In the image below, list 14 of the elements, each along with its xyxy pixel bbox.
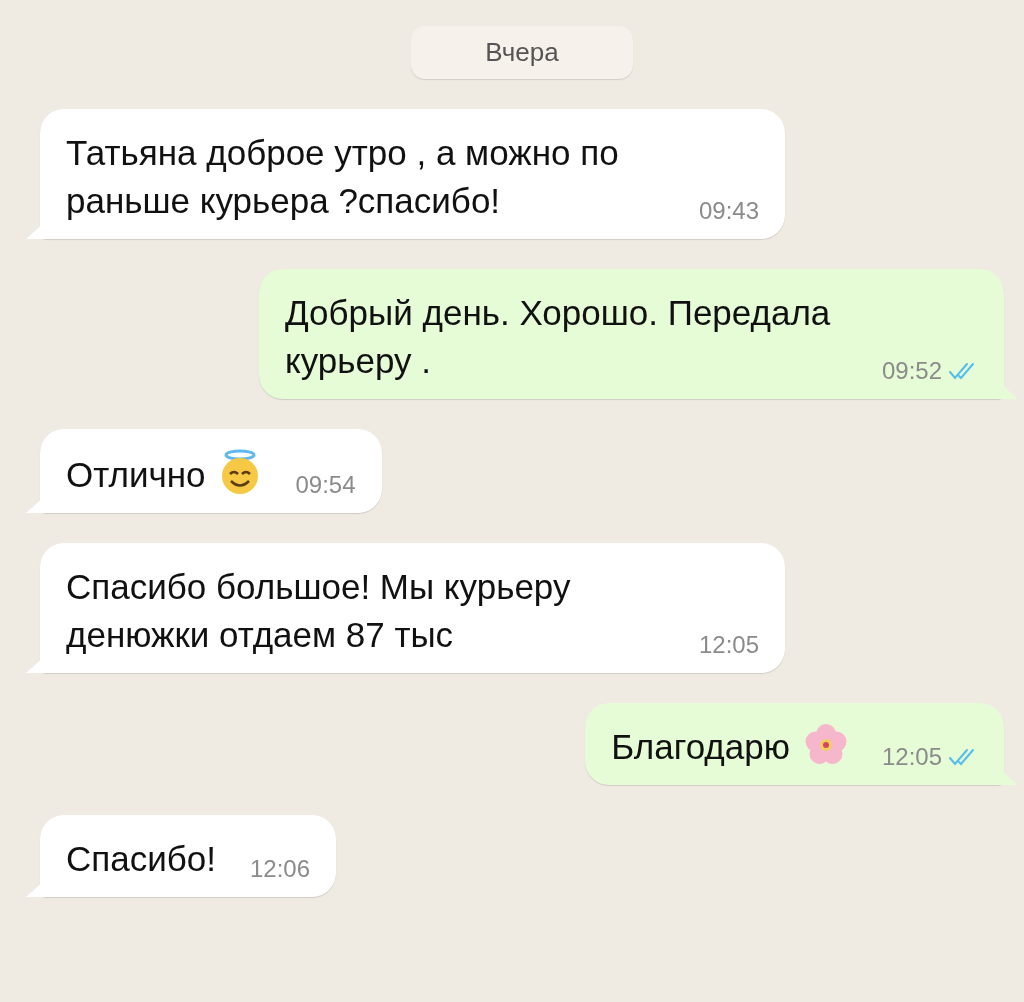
- message-text: Благодарю: [611, 727, 790, 766]
- message-time: 09:54: [295, 470, 356, 500]
- message-time: 12:06: [250, 854, 311, 884]
- date-label: Вчера: [411, 26, 633, 79]
- message-time: 09:52: [881, 356, 942, 386]
- message-text: Отлично: [66, 455, 206, 494]
- message-text: Татьяна доброе утро , а можно по раньше курьера ?спасибо!: [66, 133, 619, 220]
- message-time: 09:43: [698, 196, 759, 226]
- message-text: Добрый день. Хорошо. Передала курьеру .: [285, 293, 831, 380]
- message-time: 12:05: [881, 742, 942, 772]
- message-text: Спасибо большое! Мы курьеру денюжки отдаем 87 тыс: [66, 567, 571, 654]
- message-text: Спасибо!: [66, 839, 216, 878]
- flower-icon: [803, 723, 848, 767]
- message-time: 12:05: [698, 630, 759, 660]
